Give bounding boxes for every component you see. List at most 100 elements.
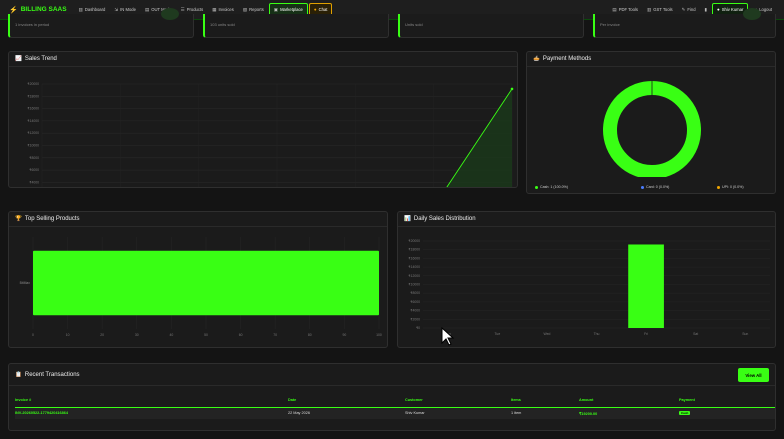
chat-icon: ●	[313, 7, 317, 12]
y-tick-label: ₹18000	[408, 248, 420, 252]
y-tick-label: ₹0	[416, 326, 420, 330]
x-tick-label: 40	[170, 333, 174, 337]
card-header: 📈 Sales Trend	[9, 52, 517, 67]
card-header: 🥧 Payment Methods	[527, 52, 775, 67]
brand-name: BILLING SAAS	[20, 6, 67, 13]
cash-dot	[535, 185, 538, 189]
brand[interactable]: ⚡ BILLING SAAS	[9, 6, 67, 14]
y-tick-label: ₹16000	[27, 107, 39, 111]
y-tick-label: ₹2000	[410, 317, 420, 321]
x-tick-label: 20	[100, 333, 104, 337]
y-tick-label: ₹4000	[410, 309, 420, 313]
x-tick-label: 0	[32, 333, 34, 337]
table-row[interactable]: INV-20260522-1779420416864 22 May 2026 S…	[15, 407, 775, 419]
card-header: 📊 Daily Sales Distribution	[398, 212, 775, 227]
card-header: 🏆 Top Selling Products	[9, 212, 387, 227]
y-tick-label: ₹20000	[408, 239, 420, 243]
stat-card-units-sold: Units sold	[398, 14, 584, 38]
products-icon: ☰	[180, 6, 185, 12]
transactions-table: Invoice # Date Customer Items Amount Pay…	[15, 393, 775, 419]
x-tick-label: Fri	[644, 332, 648, 336]
x-tick-label: 90	[343, 333, 347, 337]
invoice-date: 22 May 2026	[288, 411, 310, 416]
x-tick-label: 10	[66, 333, 70, 337]
y-tick-label: ₹18000	[27, 94, 39, 98]
donut-slice-cash	[603, 81, 701, 177]
x-tick-label: Tue	[494, 332, 500, 336]
stat-card-invoices: 1 invoices in period	[8, 8, 194, 38]
x-tick-label: 50	[204, 333, 208, 337]
y-tick-label: ₹8000	[29, 156, 39, 160]
trend-icon: 📈	[15, 56, 22, 62]
top-products-chart: 0 10 20 30 40 50 60 70 80 90 100 BitMax	[20, 237, 382, 337]
stat-card-units: 103 units sold	[203, 14, 389, 38]
data-point	[510, 87, 514, 91]
y-tick-label: ₹16000	[408, 256, 420, 260]
y-tick-label: ₹12000	[27, 131, 39, 135]
view-all-button[interactable]: View All	[738, 368, 769, 382]
col-items: Items	[511, 397, 521, 402]
col-customer: Customer	[405, 397, 423, 402]
y-tick-label: ₹20000	[27, 82, 39, 86]
lightning-icon: ⚡	[9, 6, 18, 14]
x-tick-label: 70	[273, 333, 277, 337]
y-tick-label: ₹6000	[410, 300, 420, 304]
recent-transactions-card: 📋 Recent Transactions View All Invoice # …	[8, 363, 776, 431]
out-mode-icon: ▤	[144, 6, 150, 12]
clipboard-icon: 📋	[15, 371, 22, 378]
card-dot	[641, 185, 644, 189]
product-bar	[33, 250, 379, 316]
in-mode-icon: ⇲	[114, 6, 119, 12]
marketplace-icon: ▣	[273, 6, 279, 12]
y-tick-label: ₹4000	[29, 180, 39, 184]
y-tick-label: ₹14000	[27, 119, 39, 123]
x-tick-label: 100	[376, 333, 382, 337]
gst-icon: ▥	[646, 6, 652, 12]
payment-methods-card: 🥧 Payment Methods Cash: 1 (100.0%) Card: …	[526, 51, 776, 194]
col-invoice: Invoice #	[15, 397, 32, 402]
find-icon: ✎	[681, 6, 686, 12]
invoice-items: 1 item	[511, 411, 522, 416]
x-tick-label: Sat	[693, 332, 698, 336]
invoice-amount: ₹19200.00	[579, 411, 598, 416]
user-icon: ●	[717, 7, 720, 12]
invoice-number[interactable]: INV-20260522-1779420416864	[15, 407, 288, 419]
pdf-icon: ▤	[612, 6, 617, 12]
sales-trend-card: 📈 Sales Trend ₹20000 ₹18000 ₹16000 ₹14000 ₹12…	[8, 51, 518, 188]
x-tick-label: 60	[239, 333, 243, 337]
col-date: Date	[288, 397, 297, 402]
table-header-row: Invoice # Date Customer Items Amount Pay…	[15, 393, 775, 407]
y-tick-label: ₹12000	[408, 274, 420, 278]
legend-card: Card: 0 (0.0%)	[641, 185, 669, 189]
upi-dot	[717, 185, 720, 189]
invoices-icon: ▦	[212, 6, 217, 12]
card-header: 📋 Recent Transactions	[9, 364, 775, 386]
chart-icon: ▥	[78, 6, 83, 12]
invoice-customer: Shiv Kumar	[405, 411, 425, 416]
col-payment: Payment	[679, 397, 695, 402]
invoice-payment: Cash	[679, 407, 775, 419]
sales-trend-chart: ₹20000 ₹18000 ₹16000 ₹14000 ₹12000 ₹10000 ₹800…	[27, 82, 514, 187]
x-tick-label: 30	[135, 333, 139, 337]
y-tick-label: ₹14000	[408, 265, 420, 269]
mouse-cursor	[441, 327, 455, 346]
pie-icon: 🥧	[533, 56, 540, 62]
stat-card-avg: Per invoice	[593, 8, 776, 38]
reports-icon: ▧	[242, 6, 248, 12]
x-tick-label: Thu	[594, 332, 600, 336]
y-tick-label: ₹6000	[29, 168, 39, 172]
trash-icon: ▮	[704, 6, 708, 12]
col-amount: Amount	[579, 397, 594, 402]
y-tick-label: BitMax	[20, 281, 31, 285]
top-products-card: 🏆 Top Selling Products 0 10 20 30 40 50 60 70 80 9…	[8, 211, 388, 348]
legend-cash: Cash: 1 (100.0%)	[535, 185, 568, 189]
payment-badge: Cash	[679, 411, 691, 416]
stat-icon	[161, 8, 179, 20]
y-tick-label: ₹10000	[408, 283, 420, 287]
day-bar	[628, 244, 664, 328]
trophy-icon: 🏆	[15, 216, 22, 222]
payment-donut-chart	[603, 81, 701, 177]
stat-icon	[743, 8, 761, 20]
x-tick-label: Sun	[742, 332, 748, 336]
y-tick-label: ₹10000	[27, 144, 39, 148]
